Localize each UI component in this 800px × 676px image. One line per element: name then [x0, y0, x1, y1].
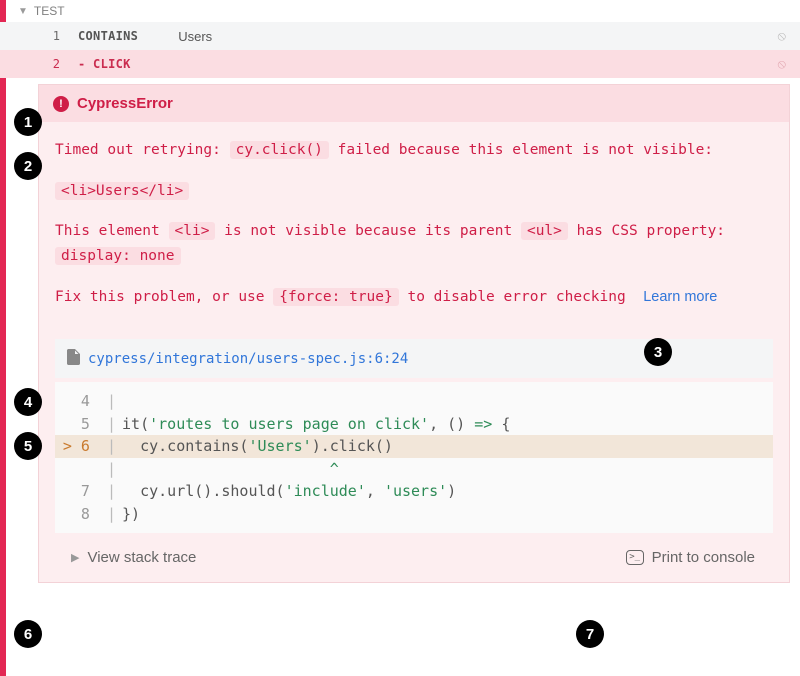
code-line: })	[122, 503, 140, 526]
pipe: |	[107, 480, 122, 503]
annotation-badge: 1	[14, 108, 42, 136]
print-to-console-button[interactable]: >_ Print to console	[626, 549, 755, 566]
command-row-failed[interactable]: 2 - CLICK ⦸	[0, 50, 800, 78]
stack-trace-label: View stack trace	[87, 549, 196, 566]
caret-marker: ^	[122, 458, 339, 481]
pipe: |	[107, 503, 122, 526]
command-name: - CLICK	[78, 57, 131, 71]
pipe: |	[107, 435, 122, 458]
annotation-badge: 3	[644, 338, 672, 366]
error-title-text: CypressError	[77, 95, 173, 112]
err-text: has CSS property:	[577, 223, 725, 239]
code-token: display: none	[55, 247, 181, 265]
annotation-badge: 2	[14, 152, 42, 180]
command-index: 2	[38, 57, 60, 71]
err-text: This element	[55, 223, 169, 239]
err-text: to disable error checking	[407, 289, 625, 305]
annotation-badge: 5	[14, 432, 42, 460]
error-message: Timed out retrying: cy.click() failed be…	[39, 122, 789, 333]
err-text: is not visible because its parent	[224, 223, 521, 239]
test-section-header[interactable]: ▼ TEST	[0, 0, 800, 22]
err-text: Timed out retrying:	[55, 142, 230, 158]
annotation-badge: 7	[576, 620, 604, 648]
code-token: {force: true}	[273, 288, 399, 306]
gutter: > 6	[55, 435, 107, 458]
command-index: 1	[38, 29, 60, 43]
error-footer: ▶ View stack trace >_ Print to console	[55, 535, 773, 566]
code-token: <li>Users</li>	[55, 182, 189, 200]
print-console-label: Print to console	[652, 549, 755, 566]
pipe: |	[107, 458, 122, 481]
file-icon	[67, 349, 80, 368]
chevron-right-icon: ▶	[71, 551, 79, 564]
collapse-caret-icon: ▼	[18, 6, 28, 17]
annotation-badge: 6	[14, 620, 42, 648]
code-line: cy.contains('Users').click()	[122, 435, 393, 458]
pipe: |	[107, 390, 122, 413]
command-row[interactable]: 1 CONTAINS Users ⦸	[0, 22, 800, 50]
command-args: Users	[178, 29, 212, 44]
visibility-off-icon[interactable]: ⦸	[778, 28, 786, 44]
gutter: 7	[55, 480, 107, 503]
gutter: 4	[55, 390, 107, 413]
error-header: ! CypressError	[39, 85, 789, 122]
code-frame: 4 | 5 |it('routes to users page on click…	[55, 382, 773, 533]
code-token: <ul>	[521, 222, 568, 240]
code-line: cy.url().should('include', 'users')	[122, 480, 456, 503]
err-text: failed because this element is not visib…	[338, 142, 713, 158]
test-label: TEST	[34, 4, 65, 18]
error-icon: !	[53, 96, 69, 112]
code-token: <li>	[169, 222, 216, 240]
terminal-icon: >_	[626, 550, 644, 565]
annotation-badge: 4	[14, 388, 42, 416]
code-token: cy.click()	[230, 141, 329, 159]
gutter	[55, 458, 107, 481]
command-name: CONTAINS	[78, 29, 138, 43]
code-line: it('routes to users page on click', () =…	[122, 413, 510, 436]
pipe: |	[107, 413, 122, 436]
visibility-off-icon[interactable]: ⦸	[778, 56, 786, 72]
error-panel: ! CypressError Timed out retrying: cy.cl…	[38, 84, 790, 583]
gutter: 8	[55, 503, 107, 526]
error-accent-bar	[0, 0, 6, 676]
view-stack-trace-button[interactable]: ▶ View stack trace	[71, 549, 196, 566]
gutter: 5	[55, 413, 107, 436]
err-text: Fix this problem, or use	[55, 289, 273, 305]
learn-more-link[interactable]: Learn more	[643, 289, 717, 305]
file-path-text: cypress/integration/users-spec.js:6:24	[88, 351, 408, 367]
